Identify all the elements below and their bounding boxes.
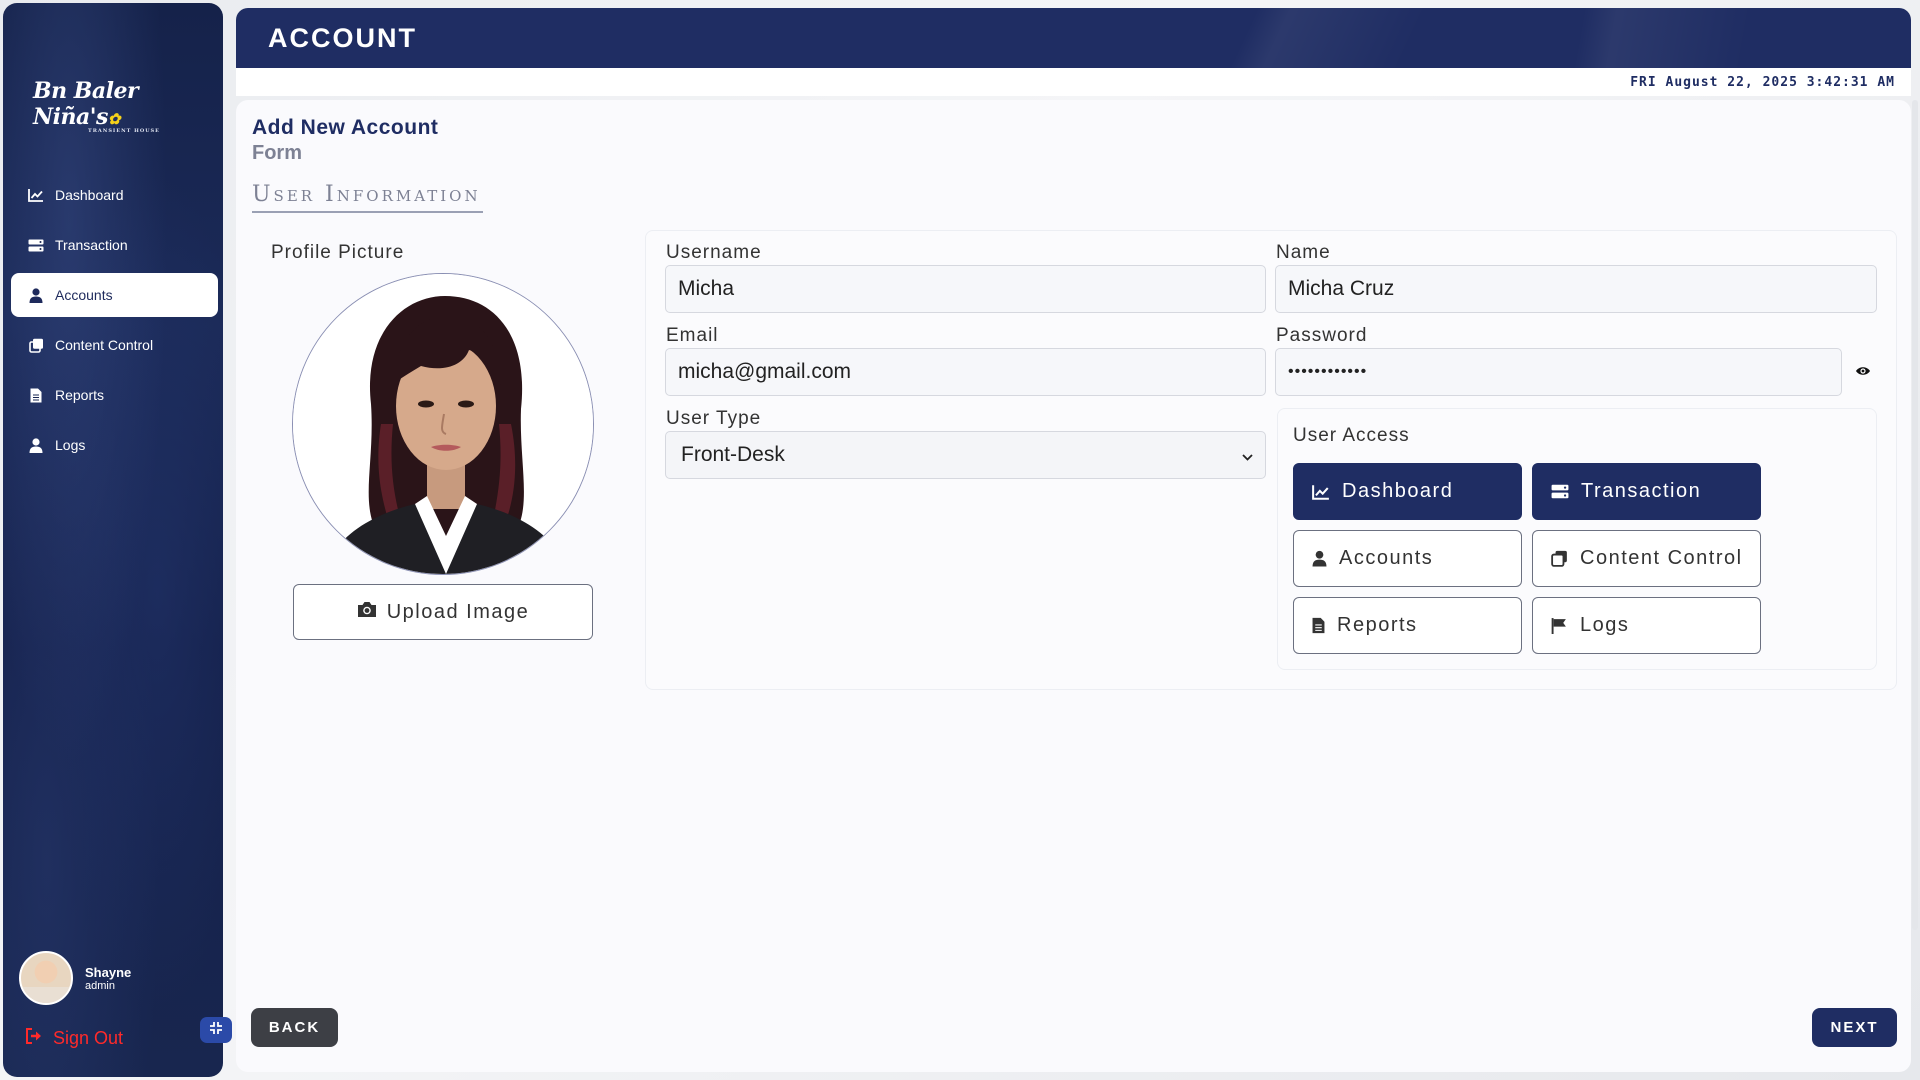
user-access-label: User Access (1293, 425, 1410, 446)
current-user[interactable]: Shayne admin (19, 951, 131, 1005)
user-type-label: User Type (666, 408, 762, 429)
sign-out-icon (25, 1028, 43, 1049)
page-header: ACCOUNT (236, 8, 1911, 68)
chart-line-icon (1312, 484, 1330, 500)
clone-icon (1551, 550, 1568, 567)
access-toggle-transaction[interactable]: Transaction (1532, 463, 1761, 520)
flag-icon (1551, 617, 1568, 634)
server-icon (27, 237, 45, 253)
page-scrollbar[interactable] (1912, 100, 1918, 930)
form-title: Add New Account (252, 116, 439, 139)
section-title: User Information (252, 182, 483, 213)
file-icon (1312, 617, 1325, 634)
page-title: ACCOUNT (268, 22, 417, 53)
user-icon (1312, 550, 1327, 567)
sidebar-item-accounts[interactable]: Accounts (11, 273, 218, 317)
sidebar-item-reports[interactable]: Reports (11, 373, 218, 417)
logo-text: Bn Baler Niña's (33, 78, 139, 130)
sign-out-label: Sign Out (53, 1028, 124, 1048)
camera-icon (357, 601, 377, 624)
sign-out-button[interactable]: Sign Out (25, 1028, 123, 1049)
flower-icon: ✿ (107, 110, 121, 128)
access-label: Logs (1580, 614, 1630, 636)
profile-picture (292, 273, 594, 575)
access-toggle-logs[interactable]: Logs (1532, 597, 1761, 654)
upload-image-button[interactable]: Upload Image (293, 584, 593, 640)
logo-subtitle: TRANSIENT HOUSE (88, 128, 160, 134)
password-input[interactable]: •••••••••••• (1275, 348, 1842, 396)
avatar (19, 951, 73, 1005)
user-icon (27, 287, 45, 303)
user-type-value: Front-Desk (681, 443, 785, 466)
access-toggle-reports[interactable]: Reports (1293, 597, 1522, 654)
username-input[interactable]: Micha (665, 265, 1266, 313)
chart-line-icon (27, 187, 45, 203)
access-toggle-content-control[interactable]: Content Control (1532, 530, 1761, 587)
sidebar-item-transaction[interactable]: Transaction (11, 223, 218, 267)
sidebar-collapse-button[interactable] (200, 1017, 232, 1043)
server-icon (1551, 484, 1569, 499)
user-role: admin (85, 979, 115, 992)
profile-picture-label: Profile Picture (271, 242, 405, 263)
sidebar: Bn Baler Niña's✿ TRANSIENT HOUSE Dashboa… (3, 3, 223, 1077)
sidebar-nav: Dashboard Transaction Accounts Content C… (11, 173, 218, 473)
access-toggle-dashboard[interactable]: Dashboard (1293, 463, 1522, 520)
form-subtitle: Form (252, 142, 302, 164)
email-input[interactable]: micha@gmail.com (665, 348, 1266, 396)
sidebar-item-logs[interactable]: Logs (11, 423, 218, 467)
eye-icon[interactable] (1855, 364, 1871, 382)
access-label: Transaction (1581, 480, 1702, 502)
sidebar-item-label: Accounts (55, 287, 113, 303)
name-label: Name (1276, 242, 1331, 263)
clone-icon (27, 337, 45, 353)
chevron-down-icon (1242, 443, 1253, 467)
sidebar-item-label: Transaction (55, 237, 128, 253)
username-label: Username (666, 242, 762, 263)
sidebar-item-dashboard[interactable]: Dashboard (11, 173, 218, 217)
name-input[interactable]: Micha Cruz (1275, 265, 1877, 313)
sidebar-item-label: Content Control (55, 337, 154, 353)
sidebar-item-content-control[interactable]: Content Control (11, 323, 218, 367)
next-button[interactable]: NEXT (1812, 1008, 1897, 1047)
user-type-select[interactable]: Front-Desk (665, 431, 1266, 479)
user-name: Shayne (85, 964, 132, 980)
compress-icon (209, 1021, 223, 1040)
sidebar-item-label: Dashboard (55, 187, 124, 203)
email-label: Email (666, 325, 719, 346)
access-toggle-accounts[interactable]: Accounts (1293, 530, 1522, 587)
file-icon (27, 387, 45, 403)
back-button[interactable]: BACK (251, 1008, 338, 1047)
access-label: Content Control (1580, 547, 1743, 569)
sidebar-item-label: Reports (55, 387, 105, 403)
sidebar-item-label: Logs (55, 437, 86, 453)
datetime-display: FRI August 22, 2025 3:42:31 AM (236, 68, 1911, 96)
access-label: Dashboard (1342, 480, 1454, 502)
access-label: Reports (1337, 614, 1418, 636)
access-label: Accounts (1339, 547, 1434, 569)
form-heading: Add New Account Form (252, 116, 438, 165)
user-icon (27, 437, 45, 453)
brand-logo[interactable]: Bn Baler Niña's✿ TRANSIENT HOUSE (33, 78, 203, 134)
password-label: Password (1276, 325, 1368, 346)
upload-image-label: Upload Image (386, 600, 530, 623)
